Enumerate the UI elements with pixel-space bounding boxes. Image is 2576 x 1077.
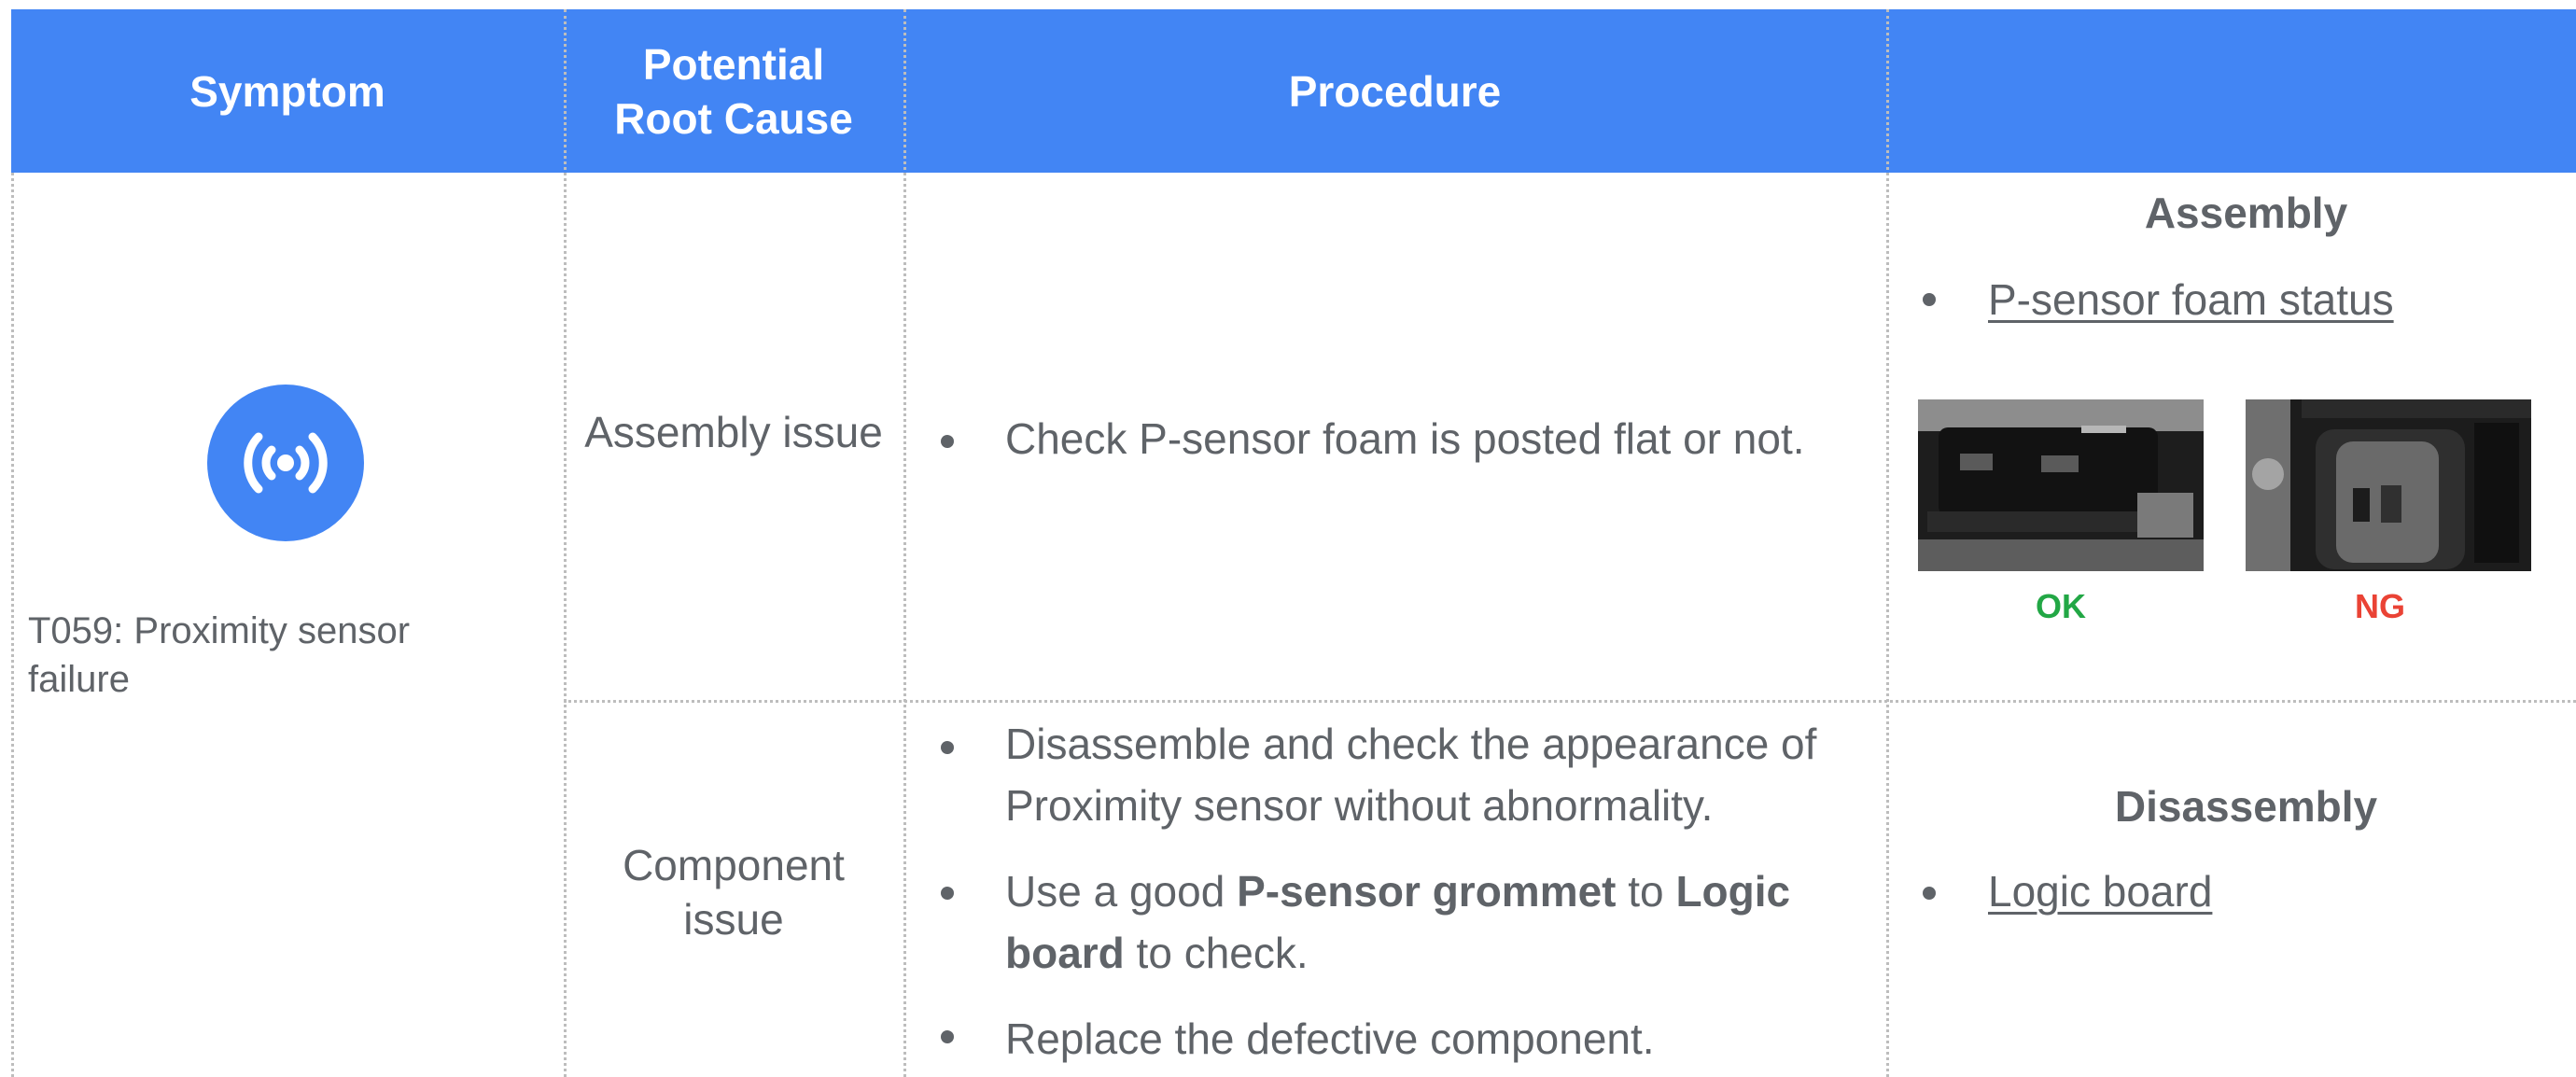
procedure-bullet (941, 1030, 954, 1043)
assembly-title: Assembly (2144, 189, 2348, 237)
symptom-line: T059: Proximity sensor (28, 610, 411, 651)
procedure-item: Check P-sensor foam is posted flat or no… (1005, 414, 1805, 463)
symptom-description: T059: Proximity sensor failure (28, 607, 551, 704)
header-extra (1886, 9, 2576, 173)
wireless-icon (207, 385, 364, 541)
header-potential-line: Potential (642, 39, 825, 89)
procedure-bold: board (1005, 929, 1125, 977)
procedure-bullet (941, 887, 954, 900)
root-cause-component: Component issue (564, 838, 903, 946)
header-root-cause-line: Root Cause (614, 93, 853, 143)
symptom-line: failure (28, 659, 130, 700)
procedure-bold: P-sensor grommet (1237, 867, 1617, 916)
column-divider (1886, 9, 1889, 1077)
procedure-bullet (941, 435, 954, 448)
logic-board-link[interactable]: Logic board (1988, 864, 2212, 918)
procedure-item: Use a good P-sensor grommet to Logic boa… (1005, 860, 1873, 984)
ng-photo (2246, 399, 2531, 571)
troubleshooting-table: Symptom Potential Root Cause Procedure T… (0, 0, 2576, 1077)
ng-label: NG (2355, 587, 2405, 625)
procedure-middle: to (1616, 867, 1676, 916)
procedure-bold: Logic (1675, 867, 1791, 916)
row-divider (564, 700, 2576, 703)
procedure-item: Replace the defective component. (1005, 1014, 1655, 1063)
procedure-item: Disassemble and check the appearance of … (1005, 713, 1873, 836)
procedure-prefix: Use a good (1005, 867, 1238, 916)
reference-bullet (1923, 293, 1936, 306)
procedure-line: Disassemble and check the appearance of (1005, 720, 1817, 768)
procedure-suffix: to check. (1124, 929, 1309, 977)
procedure-bullet (941, 741, 954, 754)
ok-label: OK (2036, 587, 2086, 625)
ok-photo (1918, 399, 2204, 571)
column-divider (903, 9, 906, 1077)
procedure-line: board to check. (1005, 922, 1873, 984)
header-potential-root-cause: Potential Root Cause (564, 9, 903, 173)
disassembly-title: Disassembly (2114, 782, 2378, 831)
reference-bullet (1923, 887, 1936, 900)
p-sensor-foam-status-link[interactable]: P-sensor foam status (1988, 273, 2394, 327)
root-cause-component-line: issue (683, 895, 784, 944)
procedure-line: Use a good P-sensor grommet to Logic (1005, 860, 1873, 922)
column-divider (11, 173, 14, 1077)
table-header: Symptom Potential Root Cause Procedure (11, 9, 2576, 173)
header-symptom: Symptom (189, 66, 385, 116)
root-cause-assembly: Assembly issue (584, 408, 883, 456)
procedure-line: Proximity sensor without abnormality. (1005, 781, 1714, 830)
root-cause-component-line: Component (623, 841, 845, 889)
header-procedure: Procedure (1288, 66, 1502, 116)
